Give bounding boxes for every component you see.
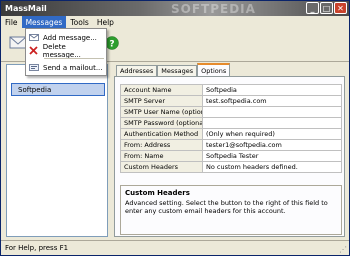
option-value[interactable]: Softpedia Tester — [202, 150, 342, 162]
minimize-button[interactable]: _ — [306, 2, 319, 14]
help-box: Custom Headers Advanced setting. Select … — [120, 185, 342, 235]
add-message-icon — [27, 33, 41, 42]
option-value[interactable] — [202, 117, 342, 129]
title-bar[interactable]: MassMail SOFTPEDIA _ □ ✕ — [1, 1, 349, 16]
options-grid: Account Name Softpedia SMTP Server test.sof… — [120, 84, 342, 173]
tab-options[interactable]: Options — [197, 63, 231, 76]
menu-item-label: Add message... — [43, 33, 97, 42]
option-key: SMTP Password (optional) — [120, 117, 203, 129]
option-key: From: Address — [120, 139, 203, 151]
tab-addresses[interactable]: Addresses — [116, 65, 158, 76]
resize-grip-icon[interactable]: ⋰ — [339, 245, 347, 254]
option-key: Authentication Method — [120, 128, 203, 140]
table-row: Authentication Method (Only when required… — [120, 128, 342, 140]
menu-item-send-mailout[interactable]: Send a mailout... — [27, 61, 105, 74]
menu-item-label: Delete message... — [42, 42, 81, 59]
option-key: Account Name — [120, 84, 203, 96]
tab-messages[interactable]: Messages — [157, 65, 198, 76]
menu-file[interactable]: File — [1, 16, 22, 28]
table-row: SMTP User Name (optional) — [120, 106, 342, 118]
help-text: Advanced setting. Select the button to t… — [125, 199, 328, 215]
messages-menu-dropdown: Add message... Delete message... Send a … — [25, 28, 107, 76]
maximize-button[interactable]: □ — [320, 2, 333, 14]
menu-separator — [44, 58, 104, 59]
svg-text:?: ? — [109, 40, 114, 50]
option-value[interactable]: No custom headers defined. — [202, 161, 342, 173]
option-value[interactable]: tester1@softpedia.com — [202, 139, 342, 151]
menu-messages[interactable]: Messages — [21, 16, 67, 28]
close-button[interactable]: ✕ — [334, 2, 347, 14]
status-text: For Help, press F1 — [5, 244, 69, 252]
table-row: SMTP Password (optional) — [120, 117, 342, 129]
option-value[interactable]: Softpedia — [202, 84, 342, 96]
option-key: SMTP User Name (optional) — [120, 106, 203, 118]
menu-bar: File Messages Tools Help — [1, 16, 349, 28]
option-value[interactable]: test.softpedia.com — [202, 95, 342, 107]
menu-item-delete-message[interactable]: Delete message... — [27, 42, 105, 59]
help-title: Custom Headers — [125, 189, 190, 197]
accounts-list[interactable]: Softpedia — [6, 64, 108, 237]
table-row: From: Name Softpedia Tester — [120, 150, 342, 162]
table-row: Custom Headers No custom headers defined. — [120, 161, 342, 173]
option-key: SMTP Server — [120, 95, 203, 107]
account-softpedia[interactable]: Softpedia — [11, 83, 105, 96]
menu-item-label: Send a mailout... — [43, 63, 103, 72]
table-row: From: Address tester1@softpedia.com — [120, 139, 342, 151]
menu-tools[interactable]: Tools — [66, 16, 92, 28]
delete-icon — [27, 46, 41, 55]
status-bar: For Help, press F1 ⋰ — [1, 240, 349, 255]
details-pane: Addresses Messages Options Account Name S… — [114, 63, 347, 238]
window-title: MassMail — [5, 4, 47, 13]
table-row: SMTP Server test.softpedia.com — [120, 95, 342, 107]
account-label: Softpedia — [18, 85, 52, 94]
help-icon[interactable]: ? — [105, 36, 119, 52]
send-mailout-icon — [27, 63, 41, 72]
option-key: From: Name — [120, 150, 203, 162]
options-panel: Account Name Softpedia SMTP Server test.sof… — [114, 76, 345, 237]
menu-help[interactable]: Help — [93, 16, 118, 28]
option-value[interactable] — [202, 106, 342, 118]
option-key: Custom Headers — [120, 161, 203, 173]
app-window: MassMail SOFTPEDIA _ □ ✕ File Messages T… — [0, 0, 350, 256]
watermark: SOFTPEDIA — [171, 1, 256, 16]
tab-strip: Addresses Messages Options — [116, 63, 231, 76]
option-value[interactable]: (Only when required) — [202, 128, 342, 140]
table-row: Account Name Softpedia — [120, 84, 342, 96]
